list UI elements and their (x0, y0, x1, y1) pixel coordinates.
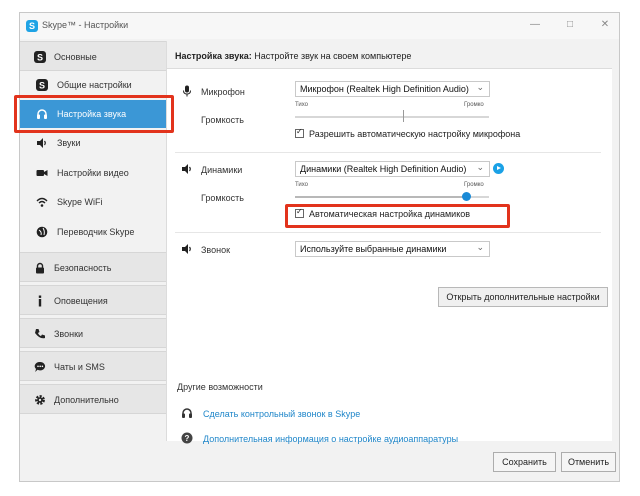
lock-icon (36, 262, 44, 274)
panel-title: Настройка звука: (175, 51, 252, 61)
panel-header: Настройка звука: Настройте звук на своем… (167, 41, 612, 69)
wifi-icon (36, 197, 48, 207)
sidebar-item-label: Переводчик Skype (57, 227, 135, 237)
chevron-down-icon: ⌄ (476, 162, 484, 172)
speaker-icon (182, 244, 191, 254)
svg-text:S: S (39, 81, 45, 91)
sidebar-item-label: Настройки видео (57, 168, 129, 178)
microphone-max-label: Громко (464, 102, 484, 108)
microphone-auto-label: Разрешить автоматическую настройку микро… (309, 129, 521, 139)
phone-icon (35, 329, 45, 339)
sidebar-item-sounds[interactable]: Звуки (20, 129, 166, 157)
svg-text:?: ? (185, 434, 190, 443)
skype-logo-icon: S (26, 20, 38, 32)
microphone-volume-label: Громкость (201, 115, 244, 125)
close-button[interactable]: ✕ (596, 17, 614, 33)
highlight-auto-speakers (285, 204, 510, 228)
camera-icon (36, 170, 48, 176)
sidebar-item-label: Skype WiFi (57, 197, 103, 207)
sidebar-item-label: Звуки (57, 138, 81, 148)
chevron-down-icon: ⌄ (476, 82, 484, 92)
svg-text:S: S (37, 53, 43, 63)
ringer-label: Звонок (201, 245, 231, 255)
test-call-link[interactable]: Сделать контрольный звонок в Skype (203, 409, 360, 419)
sidebar-section-label: Дополнительно (54, 395, 119, 405)
other-options-title: Другие возможности (177, 382, 263, 392)
sidebar-section-general[interactable]: S Основные (20, 41, 166, 71)
microphone-label: Микрофон (201, 87, 245, 97)
audio-settings-panel: Настройка звука: Настройте звук на своем… (166, 41, 612, 444)
sidebar-section-label: Звонки (54, 329, 84, 339)
speakers-min-label: Тихо (295, 182, 309, 188)
settings-window: S Skype™ - Настройки — □ ✕ S Основные S … (19, 12, 620, 482)
save-button[interactable]: Сохранить (493, 452, 556, 472)
speakers-volume-label: Громкость (201, 193, 244, 203)
speakers-select[interactable]: Динамики (Realtek High Definition Audio)… (295, 161, 490, 177)
gear-icon (35, 395, 45, 405)
minimize-button[interactable]: — (526, 17, 544, 33)
checkmark-icon: ✓ (296, 127, 303, 136)
sidebar-section-label: Основные (54, 52, 97, 62)
microphone-select-value: Микрофон (Realtek High Definition Audio) (300, 84, 469, 94)
chevron-down-icon: ⌄ (476, 242, 484, 252)
skype-icon: S (34, 51, 46, 63)
highlight-audio-settings (14, 95, 174, 133)
maximize-button[interactable]: □ (561, 17, 579, 33)
ringer-select[interactable]: Используйте выбранные динамики ⌄ (295, 241, 490, 257)
headset-icon (182, 408, 192, 418)
sidebar-section-label: Безопасность (54, 263, 112, 273)
play-test-sound-button[interactable] (493, 163, 504, 174)
speaker-icon (37, 138, 46, 148)
sidebar-section-calls[interactable]: Звонки (20, 318, 166, 348)
sidebar-section-label: Чаты и SMS (54, 362, 105, 372)
microphone-volume-track[interactable] (295, 116, 489, 118)
speakers-volume-thumb[interactable] (462, 192, 471, 201)
sidebar-item-video[interactable]: Настройки видео (20, 159, 166, 187)
open-advanced-settings-button[interactable]: Открыть дополнительные настройки (438, 287, 608, 307)
microphone-icon (183, 85, 191, 97)
sidebar-item-wifi[interactable]: Skype WiFi (20, 188, 166, 216)
sidebar-section-label: Оповещения (54, 296, 108, 306)
speakers-label: Динамики (201, 165, 243, 175)
sidebar-item-translator[interactable]: Переводчик Skype (20, 218, 166, 246)
speakers-volume-fill (295, 196, 466, 198)
chat-icon (34, 361, 46, 372)
divider (175, 232, 601, 233)
cancel-button[interactable]: Отменить (561, 452, 616, 472)
divider (175, 152, 601, 153)
speakers-select-value: Динамики (Realtek High Definition Audio) (300, 164, 467, 174)
speaker-icon (182, 164, 191, 174)
info-icon (38, 295, 42, 307)
title-bar: S Skype™ - Настройки — □ ✕ (20, 13, 619, 39)
sidebar-section-security[interactable]: Безопасность (20, 252, 166, 282)
microphone-select[interactable]: Микрофон (Realtek High Definition Audio)… (295, 81, 490, 97)
ringer-select-value: Используйте выбранные динамики (300, 244, 447, 254)
speakers-max-label: Громко (464, 182, 484, 188)
globe-icon (36, 226, 48, 238)
sidebar-item-label: Общие настройки (57, 80, 132, 90)
window-title: Skype™ - Настройки (42, 20, 129, 30)
microphone-min-label: Тихо (295, 102, 309, 108)
microphone-auto-checkbox[interactable]: ✓ (295, 127, 304, 138)
sidebar-section-chats[interactable]: Чаты и SMS (20, 351, 166, 381)
sidebar-section-advanced[interactable]: Дополнительно (20, 384, 166, 414)
microphone-volume-marker (403, 110, 404, 122)
audio-help-link[interactable]: Дополнительная информация о настройке ау… (203, 434, 458, 444)
sidebar-section-notifications[interactable]: Оповещения (20, 285, 166, 315)
skype-icon: S (36, 79, 48, 91)
help-icon: ? (181, 432, 193, 444)
panel-subtitle: Настройте звук на своем компьютере (251, 51, 412, 61)
